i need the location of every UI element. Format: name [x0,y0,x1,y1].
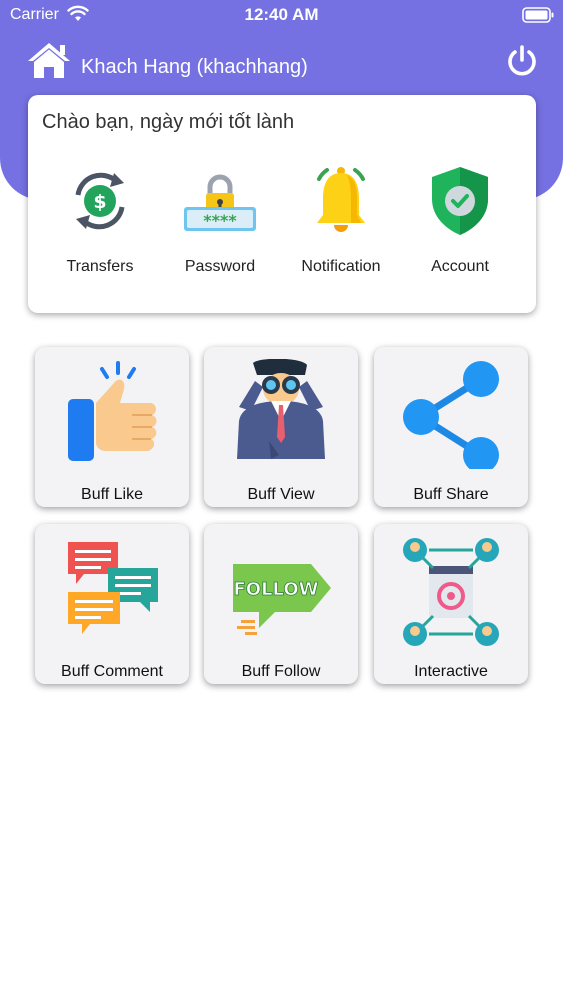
svg-text:****: **** [203,211,237,230]
share-icon [403,361,499,469]
buff-follow-tile[interactable]: FOLLOW Buff Follow [204,524,358,684]
buff-like-tile[interactable]: Buff Like [35,347,189,507]
network-icon [403,538,499,646]
buff-comment-tile[interactable]: Buff Comment [35,524,189,684]
home-icon[interactable] [26,41,72,79]
welcome-card: Chào bạn, ngày mới tốt lành $ Transfers … [28,95,536,313]
transfers-button[interactable]: $ Transfers [40,165,160,280]
binoculars-man-icon [237,359,325,459]
bell-icon [317,167,365,232]
svg-text:$: $ [93,191,106,213]
password-button[interactable]: **** Password [160,165,280,280]
follow-sign-icon: FOLLOW [233,564,331,635]
thumbs-up-icon [68,361,157,461]
greeting-text: Chào bạn, ngày mới tốt lành [42,111,295,133]
account-button[interactable]: Account [400,165,520,280]
power-icon[interactable] [505,44,539,78]
buff-share-label: Buff Share [413,486,489,503]
battery-icon [522,7,554,23]
notification-button[interactable]: Notification [281,165,401,280]
follow-sign-text: FOLLOW [233,579,318,600]
notification-label: Notification [301,258,381,275]
buff-like-label: Buff Like [81,486,143,503]
buff-view-label: Buff View [247,486,315,503]
chat-bubbles-icon [68,542,158,634]
shield-check-icon [432,167,488,235]
status-time: 12:40 AM [244,5,319,24]
account-label: Account [431,258,489,275]
buff-share-tile[interactable]: Buff Share [374,347,528,507]
buff-comment-label: Buff Comment [61,663,163,680]
user-name: Khach Hang (khachhang) [81,56,308,78]
buff-follow-label: Buff Follow [241,663,321,680]
password-label: Password [184,258,256,275]
password-lock-icon: **** [184,174,256,231]
interactive-tile[interactable]: Interactive [374,524,528,684]
transfers-label: Transfers [66,258,134,275]
interactive-label: Interactive [414,663,488,680]
transfer-money-icon: $ [75,172,125,230]
status-bar: Carrier 12:40 AM [0,0,563,30]
buff-view-tile[interactable]: Buff View [204,347,358,507]
